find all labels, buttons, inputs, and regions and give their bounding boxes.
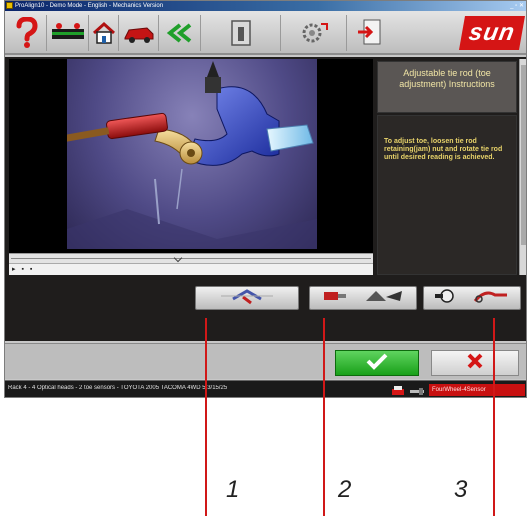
home-button[interactable] xyxy=(89,15,119,51)
vehicle-button[interactable] xyxy=(119,15,159,51)
wrench-icon xyxy=(471,287,511,310)
home-icon xyxy=(92,21,116,45)
back-button[interactable] xyxy=(159,15,201,51)
setup-button[interactable] xyxy=(281,15,347,51)
car-icon xyxy=(123,22,155,44)
status-alert: FourWheel-4Sensor xyxy=(429,384,525,396)
info-panel-icon xyxy=(230,19,252,47)
vertical-scrollbar[interactable] xyxy=(519,59,526,275)
callout-line-1 xyxy=(205,318,207,516)
adjustment-tool-2-button[interactable] xyxy=(309,286,417,310)
settings-icon xyxy=(299,20,329,46)
brand-text: sun xyxy=(466,19,518,46)
window-title: ProAlign10 - Demo Mode - English - Mecha… xyxy=(15,3,164,9)
status-text: Rack 4 - 4 Optical heads - 2 toe sensors… xyxy=(8,385,228,391)
tie-rod-clamp-icon xyxy=(322,288,348,309)
app-icon xyxy=(6,2,13,9)
checkmark-icon xyxy=(365,352,389,375)
document-export-icon xyxy=(356,18,384,48)
cancel-button[interactable] xyxy=(431,350,519,376)
window-controls[interactable]: _ ▫ ✕ xyxy=(510,1,524,11)
printer-icon xyxy=(391,384,405,396)
callout-number-3: 3 xyxy=(454,476,468,503)
callout-number-1: 1 xyxy=(226,476,240,503)
adjustment-tool-3-button[interactable] xyxy=(423,286,521,310)
app-window: ProAlign10 - Demo Mode - English - Mecha… xyxy=(4,0,527,398)
main-toolbar: sun xyxy=(5,11,526,55)
help-button[interactable] xyxy=(7,15,47,51)
instruction-video[interactable]: ▸ ▪ ▪ xyxy=(9,59,373,275)
info-button[interactable] xyxy=(201,15,281,51)
status-icons xyxy=(391,384,427,396)
instructions-body: To adjust toe, loosen tie rod retaining(… xyxy=(377,115,517,275)
callout-line-3 xyxy=(493,318,495,516)
seek-thumb[interactable] xyxy=(173,253,183,263)
title-bar: ProAlign10 - Demo Mode - English - Mecha… xyxy=(5,1,526,11)
tool-pair-icon xyxy=(364,287,404,310)
tie-rod-animation xyxy=(67,59,317,249)
scrollbar-thumb[interactable] xyxy=(521,65,526,245)
question-icon xyxy=(15,17,39,49)
content-area: ▸ ▪ ▪ Adjustable tie rod (toe adjustment… xyxy=(5,57,526,341)
playback-controls[interactable]: ▸ ▪ ▪ xyxy=(9,263,373,275)
seek-track xyxy=(11,258,371,259)
wrench-slope-icon xyxy=(217,287,277,310)
vehicle-specs-icon xyxy=(51,21,85,45)
adjustment-tools-bar xyxy=(195,286,521,312)
instructions-title: Adjustable tie rod (toe adjustment) Inst… xyxy=(377,61,517,113)
video-seek-bar[interactable] xyxy=(9,253,373,263)
callout-number-2: 2 xyxy=(338,476,352,503)
export-button[interactable] xyxy=(347,15,393,51)
close-icon xyxy=(466,352,484,375)
back-arrows-icon xyxy=(166,23,194,43)
status-bar: Rack 4 - 4 Optical heads - 2 toe sensors… xyxy=(5,380,526,397)
brand-logo: sun xyxy=(459,16,525,50)
ok-button[interactable] xyxy=(335,350,419,376)
action-bar xyxy=(5,343,526,379)
sensor-icon xyxy=(409,384,425,396)
adjustment-tool-1-button[interactable] xyxy=(195,286,299,310)
hand-tool-icon xyxy=(433,287,461,310)
callout-line-2 xyxy=(323,318,325,516)
specs-button[interactable] xyxy=(47,15,89,51)
